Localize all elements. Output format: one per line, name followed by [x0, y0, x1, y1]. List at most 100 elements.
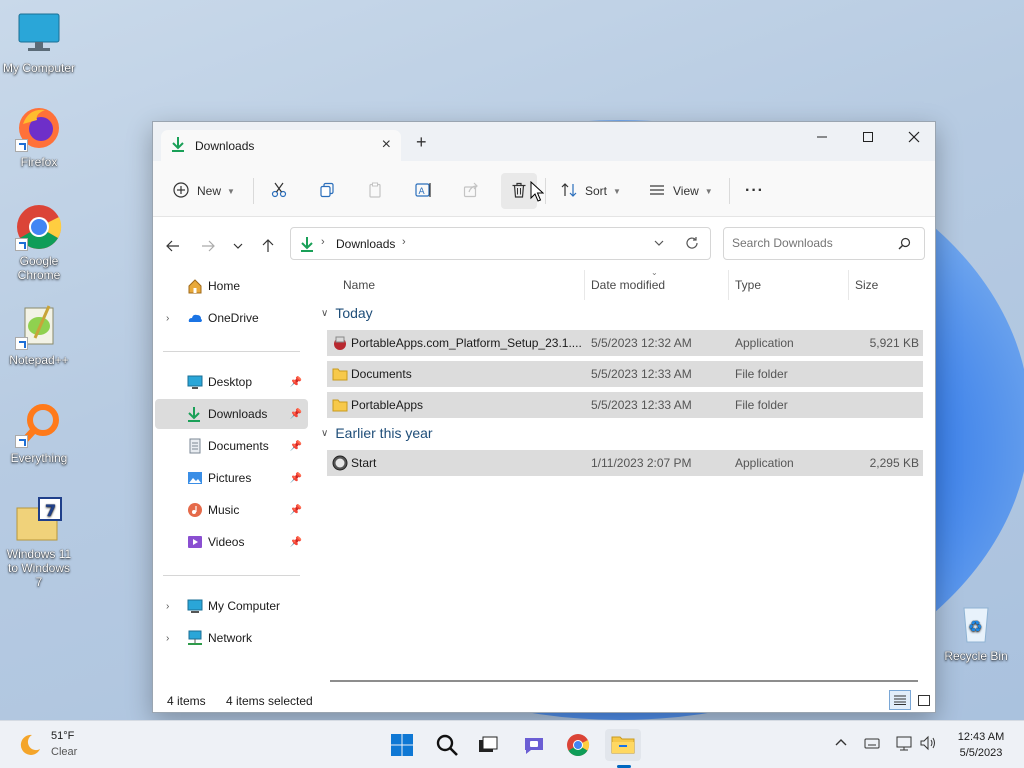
- details-view-button[interactable]: [889, 690, 911, 710]
- copy-icon: [319, 182, 335, 201]
- address-dropdown-icon[interactable]: [653, 237, 665, 252]
- home-icon: [187, 278, 203, 294]
- nav-item-downloads[interactable]: Downloads 📌: [155, 399, 308, 429]
- clock[interactable]: 12:43 AM 5/5/2023: [948, 729, 1014, 761]
- minimize-button[interactable]: [799, 122, 845, 152]
- new-label: New: [197, 184, 222, 198]
- desktop-icon-label: Everything: [10, 451, 68, 465]
- file-row[interactable]: Start 1/11/2023 2:07 PM Application 2,29…: [327, 450, 923, 476]
- expand-chevron-icon[interactable]: ›: [166, 601, 169, 612]
- pin-icon: 📌: [289, 472, 302, 484]
- search-icon[interactable]: [898, 237, 911, 253]
- pin-icon: 📌: [289, 504, 302, 516]
- desktop-icon-chrome[interactable]: Google Chrome: [0, 203, 78, 282]
- new-button[interactable]: New ▼: [173, 177, 235, 205]
- nav-item-label: My Computer: [208, 599, 281, 613]
- music-icon: [187, 502, 203, 518]
- column-header-type[interactable]: Type: [735, 270, 847, 300]
- desktop-icon-recycle-bin[interactable]: ♻ Recycle Bin: [937, 598, 1015, 663]
- keyboard-icon[interactable]: [864, 736, 880, 753]
- chevron-down-icon: ▼: [704, 186, 713, 196]
- nav-item-onedrive[interactable]: › OneDrive: [155, 303, 308, 333]
- share-button[interactable]: [463, 177, 479, 205]
- maximize-button[interactable]: [845, 122, 891, 152]
- group-header-today[interactable]: ∨ Today: [321, 305, 373, 321]
- teams-chat-button[interactable]: [516, 729, 552, 761]
- close-window-button[interactable]: [891, 122, 937, 152]
- address-bar[interactable]: › Downloads ›: [290, 227, 711, 260]
- refresh-icon[interactable]: [685, 236, 699, 253]
- win7-folder-icon: 7: [15, 496, 63, 544]
- pin-icon: 📌: [289, 440, 302, 452]
- back-button[interactable]: [162, 235, 184, 257]
- new-tab-button[interactable]: +: [416, 133, 427, 151]
- desktop-icon-notepadpp[interactable]: Notepad++: [0, 302, 78, 367]
- nav-item-desktop[interactable]: Desktop 📌: [155, 367, 308, 397]
- toolbar-divider: [253, 178, 254, 204]
- clock-date: 5/5/2023: [959, 747, 1003, 759]
- network-status-icon[interactable]: [896, 735, 914, 754]
- column-header-size[interactable]: Size: [855, 270, 925, 300]
- more-label: ···: [745, 182, 764, 199]
- tab-downloads[interactable]: Downloads ×: [161, 130, 401, 161]
- weather-desc: Clear: [51, 746, 78, 758]
- nav-item-network[interactable]: › Network: [155, 623, 308, 653]
- expand-chevron-icon[interactable]: ›: [166, 633, 169, 644]
- sort-arrows-icon: [561, 182, 577, 201]
- close-tab-icon[interactable]: ×: [382, 136, 391, 154]
- search-box[interactable]: [723, 227, 925, 260]
- more-options-button[interactable]: ···: [745, 177, 764, 205]
- nav-item-label: Documents: [208, 439, 269, 453]
- nav-item-pictures[interactable]: Pictures 📌: [155, 463, 308, 493]
- horizontal-scrollbar[interactable]: [330, 680, 918, 682]
- paste-button[interactable]: [367, 177, 383, 205]
- nav-item-label: Pictures: [208, 471, 252, 485]
- tiles-view-button[interactable]: [914, 690, 934, 710]
- rename-button[interactable]: A: [415, 177, 433, 205]
- file-explorer-window[interactable]: Downloads × + New ▼ A Sort ▼ View ▼ ··· …: [152, 121, 936, 713]
- group-header-earlier-this-year[interactable]: ∨ Earlier this year: [321, 425, 433, 441]
- nav-item-videos[interactable]: Videos 📌: [155, 527, 308, 557]
- collapse-chevron-icon: ∨: [321, 427, 329, 439]
- file-row[interactable]: PortableApps.com_Platform_Setup_23.1....…: [327, 330, 923, 356]
- cut-button[interactable]: [271, 177, 287, 205]
- desktop-icon-my-computer[interactable]: My Computer: [0, 10, 78, 75]
- recent-locations-button[interactable]: [227, 235, 249, 257]
- chevron-down-icon: ▼: [613, 186, 621, 196]
- nav-item-label: Home: [208, 279, 241, 293]
- sort-label: Sort: [585, 184, 608, 198]
- desktop-icon-firefox[interactable]: Firefox: [0, 104, 78, 169]
- copy-button[interactable]: [319, 177, 335, 205]
- expand-chevron-icon[interactable]: ›: [166, 313, 169, 324]
- volume-icon[interactable]: [920, 735, 938, 754]
- nav-item-documents[interactable]: Documents 📌: [155, 431, 308, 461]
- file-row[interactable]: PortableApps 5/5/2023 12:33 AM File fold…: [327, 392, 923, 418]
- title-bar[interactable]: Downloads × +: [153, 122, 935, 161]
- file-row[interactable]: Documents 5/5/2023 12:33 AM File folder: [327, 361, 923, 387]
- taskbar-file-explorer-button[interactable]: [605, 729, 641, 761]
- search-input[interactable]: [732, 236, 892, 250]
- show-hidden-icons-chevron[interactable]: [834, 735, 848, 752]
- item-count: 4 items: [167, 694, 206, 708]
- taskbar-search-button[interactable]: [429, 729, 465, 761]
- forward-button[interactable]: [197, 235, 219, 257]
- column-header-name[interactable]: Name: [343, 270, 583, 300]
- nav-item-my-computer[interactable]: › My Computer: [155, 591, 308, 621]
- column-separator: [848, 270, 849, 300]
- view-label: View: [673, 184, 699, 198]
- pictures-icon: [187, 470, 203, 486]
- task-view-button[interactable]: [470, 729, 506, 761]
- column-header-date-modified[interactable]: Date modified: [591, 270, 727, 300]
- view-button[interactable]: View ▼: [649, 177, 713, 205]
- breadcrumb-downloads[interactable]: Downloads: [336, 237, 395, 251]
- start-button[interactable]: [384, 729, 420, 761]
- nav-item-music[interactable]: Music 📌: [155, 495, 308, 525]
- up-button[interactable]: [257, 235, 279, 257]
- weather-widget[interactable]: 51°F Clear: [18, 730, 98, 760]
- sort-button[interactable]: Sort ▼: [561, 177, 621, 205]
- desktop-icon-win11to7[interactable]: 7 Windows 11 to Windows 7: [0, 496, 78, 589]
- desktop-icon-everything[interactable]: Everything: [0, 400, 78, 465]
- monitor-icon: [15, 10, 63, 58]
- nav-item-home[interactable]: Home: [155, 271, 308, 301]
- taskbar-chrome-button[interactable]: [560, 729, 596, 761]
